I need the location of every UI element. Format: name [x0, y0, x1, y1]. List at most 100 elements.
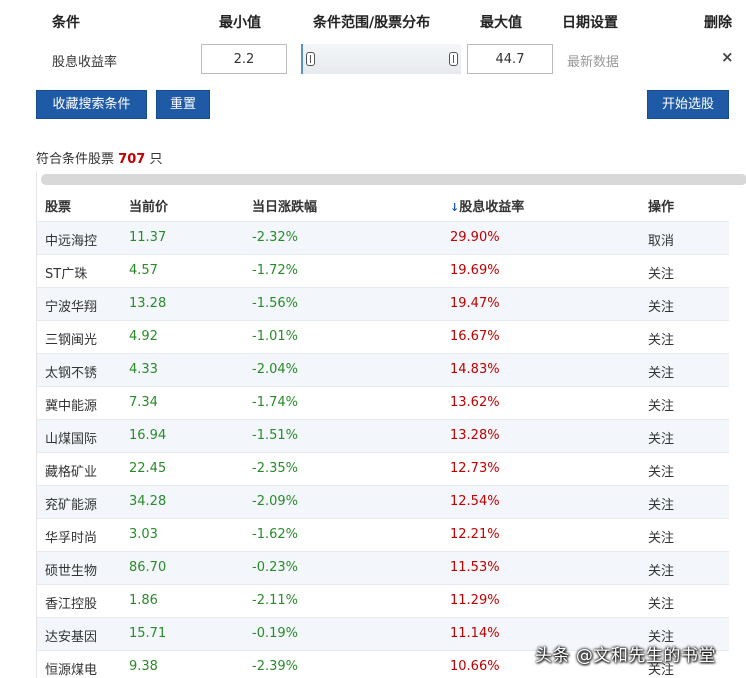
- stock-change: -1.72%: [252, 263, 298, 278]
- header-condition: 条件: [52, 15, 80, 31]
- table-header: 股票 当前价 当日涨跌幅 ↓股息收益率 操作: [37, 188, 746, 221]
- table-row[interactable]: 硕世生物 86.70 -0.23% 11.53% 关注: [37, 551, 729, 584]
- stock-change: -1.74%: [252, 395, 298, 410]
- stock-yield: 10.66%: [450, 659, 500, 674]
- header-date: 日期设置: [562, 15, 618, 31]
- stock-price: 1.86: [129, 593, 158, 608]
- result-prefix: 符合条件股票: [36, 152, 115, 167]
- follow-action-link[interactable]: 关注: [648, 428, 674, 447]
- header-min: 最小值: [219, 15, 261, 31]
- header-range: 条件范围/股票分布: [313, 15, 431, 31]
- stock-yield: 11.53%: [450, 560, 500, 575]
- table-row[interactable]: 华孚时尚 3.03 -1.62% 12.21% 关注: [37, 518, 729, 551]
- table-row[interactable]: 宁波华翔 13.28 -1.56% 19.47% 关注: [37, 287, 729, 320]
- col-yield[interactable]: ↓股息收益率: [450, 196, 524, 215]
- follow-action-link[interactable]: 关注: [648, 263, 674, 282]
- watermark: 头条 @文和先生的书堂: [535, 646, 716, 666]
- result-number: 707: [118, 152, 146, 167]
- stock-price: 4.33: [129, 362, 158, 377]
- follow-action-link[interactable]: 关注: [648, 362, 674, 381]
- stock-yield: 12.21%: [450, 527, 500, 542]
- follow-action-link[interactable]: 关注: [648, 296, 674, 315]
- date-setting[interactable]: 最新数据: [567, 51, 619, 70]
- result-suffix: 只: [149, 152, 163, 167]
- stock-price: 4.92: [129, 329, 158, 344]
- stock-name: 藏格矿业: [45, 465, 98, 480]
- stock-change: -1.51%: [252, 428, 298, 443]
- criteria-row: 股息收益率 最新数据 ×: [0, 44, 746, 76]
- stock-price: 7.34: [129, 395, 158, 410]
- stock-yield: 12.54%: [450, 494, 500, 509]
- stock-yield: 12.73%: [450, 461, 500, 476]
- max-value-input[interactable]: [467, 44, 553, 74]
- stock-yield: 19.47%: [450, 296, 500, 311]
- stock-name: 硕世生物: [45, 564, 98, 579]
- stock-change: -2.11%: [252, 593, 298, 608]
- stock-change: -2.04%: [252, 362, 298, 377]
- col-yield-label: 股息收益率: [459, 200, 525, 215]
- stock-name: 达安基因: [45, 630, 98, 645]
- stock-name: 兖矿能源: [45, 498, 98, 513]
- stock-yield: 13.62%: [450, 395, 500, 410]
- stock-price: 34.28: [129, 494, 167, 509]
- follow-action-link[interactable]: 关注: [648, 461, 674, 480]
- stock-price: 16.94: [129, 428, 167, 443]
- table-row[interactable]: 山煤国际 16.94 -1.51% 13.28% 关注: [37, 419, 729, 452]
- col-stock[interactable]: 股票: [45, 196, 71, 215]
- stock-name: 山煤国际: [45, 432, 98, 447]
- stock-name: 太钢不锈: [45, 366, 98, 381]
- stock-change: -1.62%: [252, 527, 298, 542]
- table-row[interactable]: 兖矿能源 34.28 -2.09% 12.54% 关注: [37, 485, 729, 518]
- follow-action-link[interactable]: 关注: [648, 329, 674, 348]
- range-min-handle[interactable]: [306, 52, 315, 66]
- stock-change: -2.09%: [252, 494, 298, 509]
- stock-name: 香江控股: [45, 597, 98, 612]
- stock-change: -0.19%: [252, 626, 298, 641]
- header-max: 最大值: [480, 15, 522, 31]
- follow-action-link[interactable]: 关注: [648, 560, 674, 579]
- stock-name: 宁波华翔: [45, 300, 98, 315]
- stock-yield: 11.29%: [450, 593, 500, 608]
- stock-name: 华孚时尚: [45, 531, 98, 546]
- header-delete: 删除: [704, 15, 732, 31]
- criteria-name: 股息收益率: [52, 55, 118, 70]
- table-row[interactable]: 藏格矿业 22.45 -2.35% 12.73% 关注: [37, 452, 729, 485]
- stock-change: -2.39%: [252, 659, 298, 674]
- table-row[interactable]: 香江控股 1.86 -2.11% 11.29% 关注: [37, 584, 729, 617]
- stock-yield: 11.14%: [450, 626, 500, 641]
- stock-price: 11.37: [129, 230, 167, 245]
- table-row[interactable]: 三钢闽光 4.92 -1.01% 16.67% 关注: [37, 320, 729, 353]
- delete-criteria-icon[interactable]: ×: [721, 48, 734, 66]
- follow-action-link[interactable]: 关注: [648, 494, 674, 513]
- stock-change: -0.23%: [252, 560, 298, 575]
- follow-action-link[interactable]: 关注: [648, 395, 674, 414]
- stock-price: 22.45: [129, 461, 167, 476]
- table-row[interactable]: 中远海控 11.37 -2.32% 29.90% 取消: [37, 221, 729, 254]
- range-slider[interactable]: [301, 44, 461, 74]
- stock-yield: 13.28%: [450, 428, 500, 443]
- stock-name: 冀中能源: [45, 399, 98, 414]
- stock-price: 9.38: [129, 659, 158, 674]
- table-row[interactable]: 太钢不锈 4.33 -2.04% 14.83% 关注: [37, 353, 729, 386]
- col-price[interactable]: 当前价: [129, 196, 168, 215]
- stock-price: 86.70: [129, 560, 167, 575]
- horizontal-scrollbar[interactable]: [41, 174, 746, 185]
- stock-yield: 14.83%: [450, 362, 500, 377]
- start-screening-button[interactable]: 开始选股: [647, 90, 729, 119]
- follow-action-link[interactable]: 取消: [648, 230, 674, 249]
- reset-button[interactable]: 重置: [156, 90, 210, 119]
- stock-yield: 29.90%: [450, 230, 500, 245]
- stock-yield: 19.69%: [450, 263, 500, 278]
- stock-price: 13.28: [129, 296, 167, 311]
- col-change[interactable]: 当日涨跌幅: [252, 196, 317, 215]
- follow-action-link[interactable]: 关注: [648, 527, 674, 546]
- range-max-handle[interactable]: [449, 52, 458, 66]
- table-row[interactable]: ST广珠 4.57 -1.72% 19.69% 关注: [37, 254, 729, 287]
- table-row[interactable]: 冀中能源 7.34 -1.74% 13.62% 关注: [37, 386, 729, 419]
- save-search-button[interactable]: 收藏搜索条件: [36, 90, 147, 119]
- sort-down-icon: ↓: [450, 201, 460, 214]
- stock-price: 15.71: [129, 626, 167, 641]
- follow-action-link[interactable]: 关注: [648, 593, 674, 612]
- min-value-input[interactable]: [201, 44, 287, 74]
- stock-change: -1.01%: [252, 329, 298, 344]
